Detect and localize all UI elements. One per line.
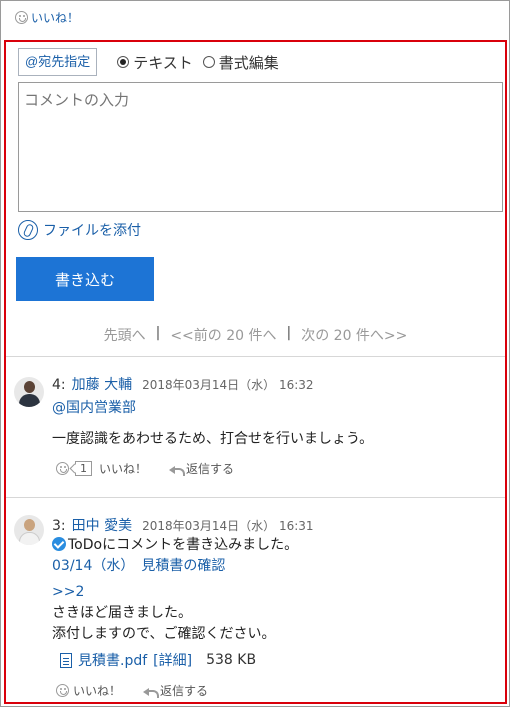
- pagination: 先頭へ | <<前の 20 件へ | 次の 20 件へ>>: [6, 325, 505, 345]
- smiley-icon[interactable]: [56, 462, 69, 475]
- comment-body-line: さきほど届きました。: [52, 605, 192, 621]
- comment-section: @宛先指定 テキスト 書式編集 ファイルを添付 書き込む 先頭へ | <<前の …: [4, 40, 507, 704]
- mode-text-label: テキスト: [133, 53, 193, 72]
- comment-number: 4:: [52, 377, 66, 393]
- attach-file-link[interactable]: ファイルを添付: [18, 220, 141, 240]
- pager-prev[interactable]: <<前の 20 件へ: [170, 325, 276, 345]
- mode-rich-label: 書式編集: [218, 53, 279, 72]
- submit-button[interactable]: 書き込む: [16, 257, 154, 301]
- reply-arrow-icon: [169, 464, 186, 476]
- comment-header: 4: 加藤 大輔 2018年03月14日（水） 16:32: [52, 374, 314, 394]
- pager-next[interactable]: 次の 20 件へ>>: [301, 325, 407, 345]
- avatar[interactable]: [14, 377, 44, 407]
- comment-item: 4: 加藤 大輔 2018年03月14日（水） 16:32 @国内営業部 一度認…: [6, 357, 505, 497]
- todo-text: ToDoにコメントを書き込みました。: [68, 537, 299, 553]
- comment-header: 3: 田中 愛美 2018年03月14日（水） 16:31: [52, 515, 314, 535]
- pager-separator: |: [286, 325, 292, 341]
- reply-arrow-icon: [143, 686, 160, 698]
- comment-author[interactable]: 田中 愛美: [72, 515, 132, 535]
- file-icon: [60, 652, 72, 668]
- pager-separator: |: [155, 325, 161, 341]
- file-name-link[interactable]: 見積書.pdf: [78, 650, 147, 670]
- pager-first[interactable]: 先頭へ: [104, 325, 146, 345]
- comment-datetime: 2018年03月14日（水） 16:31: [142, 519, 314, 533]
- radio-unselected-icon: [202, 56, 215, 68]
- paperclip-icon: [18, 220, 38, 240]
- comment-mention[interactable]: @国内営業部: [52, 398, 136, 419]
- reply-label: 返信する: [186, 462, 235, 476]
- like-button[interactable]: いいね！: [99, 460, 147, 477]
- file-size: 538 KB: [206, 652, 257, 668]
- avatar[interactable]: [14, 515, 44, 545]
- comment-datetime: 2018年03月14日（水） 16:32: [142, 378, 314, 392]
- comment-actions: 1 いいね！ 返信する: [56, 460, 234, 477]
- comment-number: 3:: [52, 518, 66, 534]
- attachment-row: 見積書.pdf [詳細] 538 KB: [60, 650, 256, 670]
- reply-reference[interactable]: >>2: [52, 582, 84, 603]
- like-count-badge[interactable]: 1: [75, 461, 92, 476]
- comment-actions: いいね！ 返信する: [56, 682, 208, 699]
- comment-panel: いいね！ @宛先指定 テキスト 書式編集 ファイルを添付 書き込む 先頭へ | …: [0, 0, 510, 707]
- attach-file-label: ファイルを添付: [43, 223, 141, 239]
- todo-check-icon: [52, 537, 66, 551]
- comment-body: 一度認識をあわせるため、打合せを行いましょう。: [52, 431, 374, 447]
- mode-text-radio[interactable]: テキスト: [117, 52, 193, 73]
- radio-selected-icon: [117, 56, 130, 68]
- smiley-icon[interactable]: [56, 684, 69, 697]
- reply-button[interactable]: 返信する: [169, 460, 234, 477]
- like-button[interactable]: いいね！: [73, 682, 121, 699]
- comment-body-line: 添付しますので、ご確認ください。: [52, 626, 276, 642]
- smiley-icon: [15, 11, 28, 24]
- mode-rich-radio[interactable]: 書式編集: [202, 52, 279, 73]
- reply-button[interactable]: 返信する: [143, 682, 208, 699]
- compose-toolbar: @宛先指定 テキスト 書式編集: [18, 48, 279, 76]
- file-detail-link[interactable]: [詳細]: [153, 650, 192, 670]
- mention-button[interactable]: @宛先指定: [18, 48, 98, 76]
- reply-label: 返信する: [160, 684, 209, 698]
- comment-item: 3: 田中 愛美 2018年03月14日（水） 16:31 ToDoにコメントを…: [6, 498, 505, 702]
- todo-line: ToDoにコメントを書き込みました。: [52, 535, 298, 556]
- comment-input[interactable]: [18, 82, 503, 212]
- top-like-button[interactable]: いいね！: [15, 9, 79, 26]
- todo-link[interactable]: 03/14（水） 見積書の確認: [52, 556, 225, 577]
- top-like-label: いいね！: [31, 11, 80, 25]
- comment-author[interactable]: 加藤 大輔: [72, 374, 132, 394]
